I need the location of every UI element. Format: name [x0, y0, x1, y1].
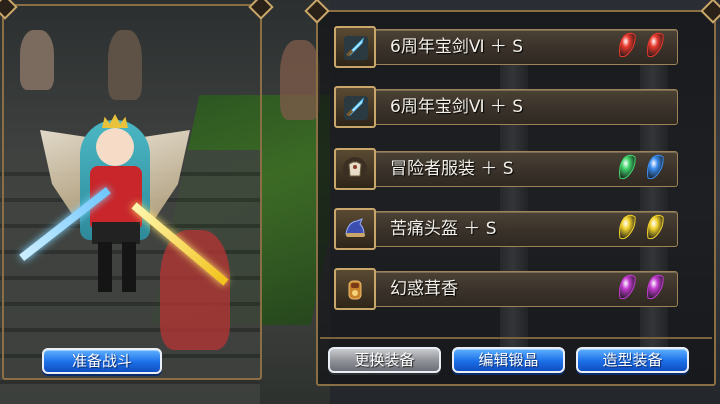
crystal-gem-icon — [616, 32, 638, 62]
equipment-slot[interactable]: 幻惑茸香 — [334, 268, 678, 310]
change-equipment-button[interactable]: 更换装备 — [328, 347, 441, 373]
crystal-slots — [616, 214, 666, 244]
equipment-slot[interactable]: 6周年宝剑Ⅵ ＋ S — [334, 86, 678, 128]
character-preview-frame — [2, 4, 262, 380]
prepare-battle-button[interactable]: 准备战斗 — [42, 348, 162, 374]
equipment-slot[interactable]: 冒险者服装 ＋ S — [334, 148, 678, 190]
crystal-gem-icon — [616, 274, 638, 304]
sword-icon[interactable] — [334, 86, 376, 128]
crystal-gem-icon — [644, 214, 666, 244]
helmet-icon[interactable] — [334, 208, 376, 250]
armor-icon[interactable] — [334, 148, 376, 190]
equipment-name: 6周年宝剑Ⅵ ＋ S — [390, 37, 524, 57]
crystal-slots — [616, 154, 666, 184]
panel-divider — [320, 337, 712, 339]
equipment-name: 幻惑茸香 — [390, 279, 458, 299]
edit-crystal-button[interactable]: 编辑锻晶 — [452, 347, 565, 373]
crystal-gem-icon — [644, 32, 666, 62]
equipment-slot[interactable]: 苦痛头盔 ＋ S — [334, 208, 678, 250]
accessory-icon[interactable] — [334, 268, 376, 310]
crystal-gem-icon — [644, 154, 666, 184]
crystal-gem-icon — [644, 274, 666, 304]
equipment-name: 苦痛头盔 ＋ S — [390, 219, 497, 239]
style-equipment-button[interactable]: 造型装备 — [576, 347, 689, 373]
equipment-name: 冒险者服装 ＋ S — [390, 159, 514, 179]
equipment-slot[interactable]: 6周年宝剑Ⅵ ＋ S — [334, 26, 678, 68]
equipment-name: 6周年宝剑Ⅵ ＋ S — [390, 97, 524, 117]
crystal-slots — [616, 32, 666, 62]
npc-character — [280, 40, 320, 120]
crystal-slots — [616, 274, 666, 304]
crystal-gem-icon — [616, 154, 638, 184]
crystal-gem-icon — [616, 214, 638, 244]
sword-icon[interactable] — [334, 26, 376, 68]
